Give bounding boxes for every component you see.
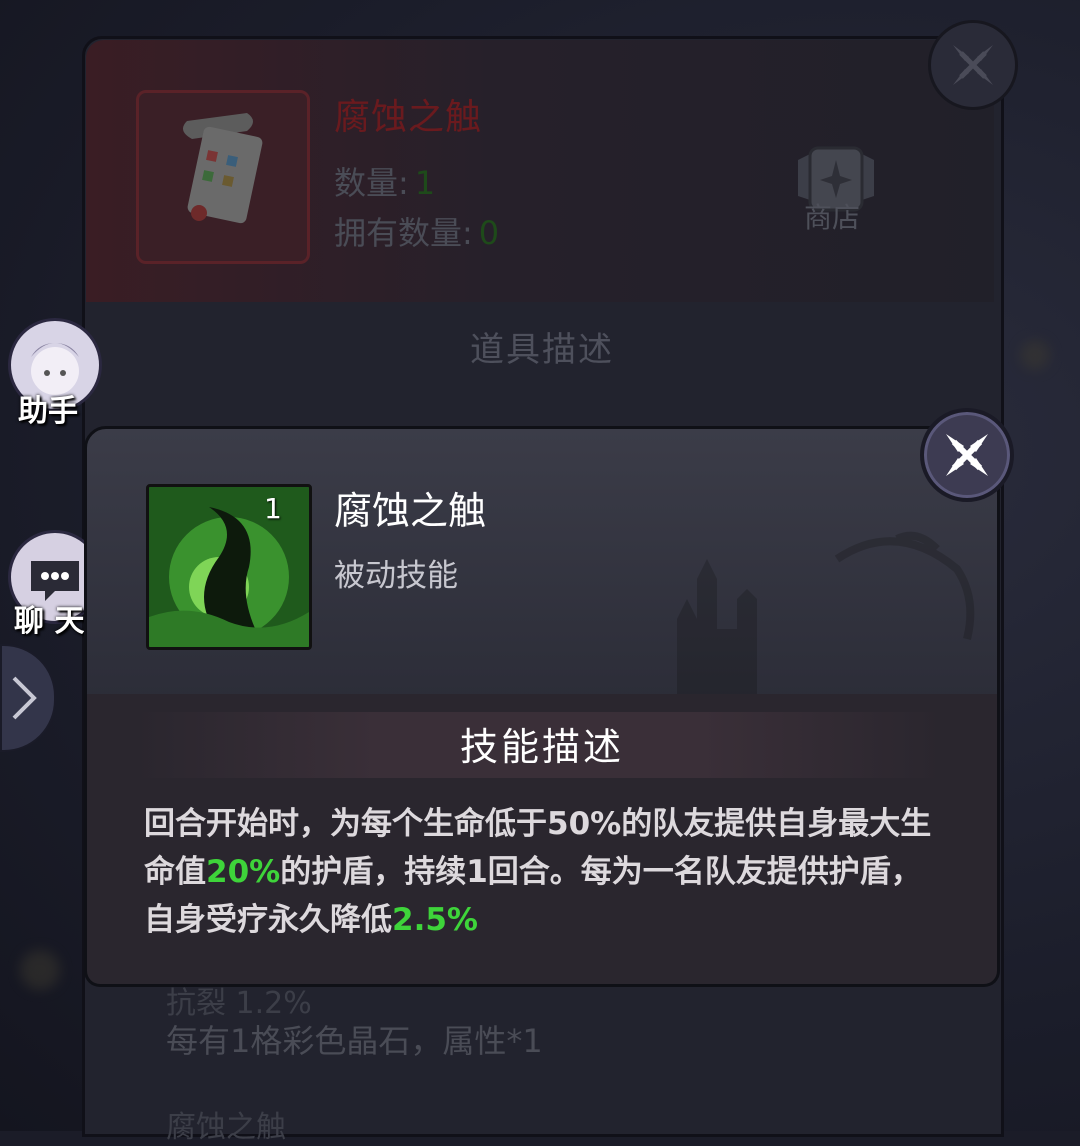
expand-sidebar-tab[interactable] (0, 644, 56, 752)
skill-level-badge: 1 (264, 492, 282, 525)
faded-attr-line: 腐蚀之触 (166, 1110, 286, 1145)
castle-silhouette (677, 531, 975, 699)
item-name: 腐蚀之触 (334, 97, 483, 138)
item-icon-frame (136, 90, 310, 264)
skill-type: 被动技能 (334, 558, 458, 594)
close-skill-button[interactable] (920, 408, 1014, 502)
chat-label: 聊 天 (14, 604, 85, 639)
skill-icon-frame (146, 484, 312, 650)
skill-description: 回合开始时，为每个生命低于50%的队友提供自身最大生命值20%的护盾，持续1回合… (144, 800, 944, 944)
owned-value: 0 (478, 214, 500, 252)
skill-popup: 1 腐蚀之触 被动技能 技能描述 回合开始时，为每个生命低于50%的队友提供自身… (84, 426, 1000, 990)
item-owned: 拥有数量: 0 (334, 208, 499, 254)
desc-highlight: 2.5% (392, 902, 478, 938)
close-item-button[interactable] (928, 20, 1018, 110)
owned-label: 拥有数量: (334, 214, 473, 252)
background-light (20, 950, 60, 990)
shop-label: 商店 (804, 201, 861, 234)
skill-name: 腐蚀之触 (334, 489, 487, 533)
desc-highlight: 20% (206, 854, 281, 890)
item-description-header: 道具描述 (470, 330, 614, 370)
scroll-icon (183, 113, 263, 224)
quantity-label: 数量: (334, 164, 409, 202)
chevron-right-icon (12, 676, 37, 720)
assistant-label: 助手 (18, 394, 78, 429)
background-light (1020, 340, 1050, 370)
close-icon (946, 434, 988, 476)
item-quantity: 数量: 1 (334, 158, 435, 204)
skill-description-header: 技能描述 (460, 725, 625, 769)
faded-attr-line: 每有1格彩色晶石，属性*1 (166, 1022, 543, 1060)
quantity-value: 1 (414, 164, 436, 202)
corrosion-skill-icon (149, 487, 309, 647)
close-icon (953, 45, 993, 85)
